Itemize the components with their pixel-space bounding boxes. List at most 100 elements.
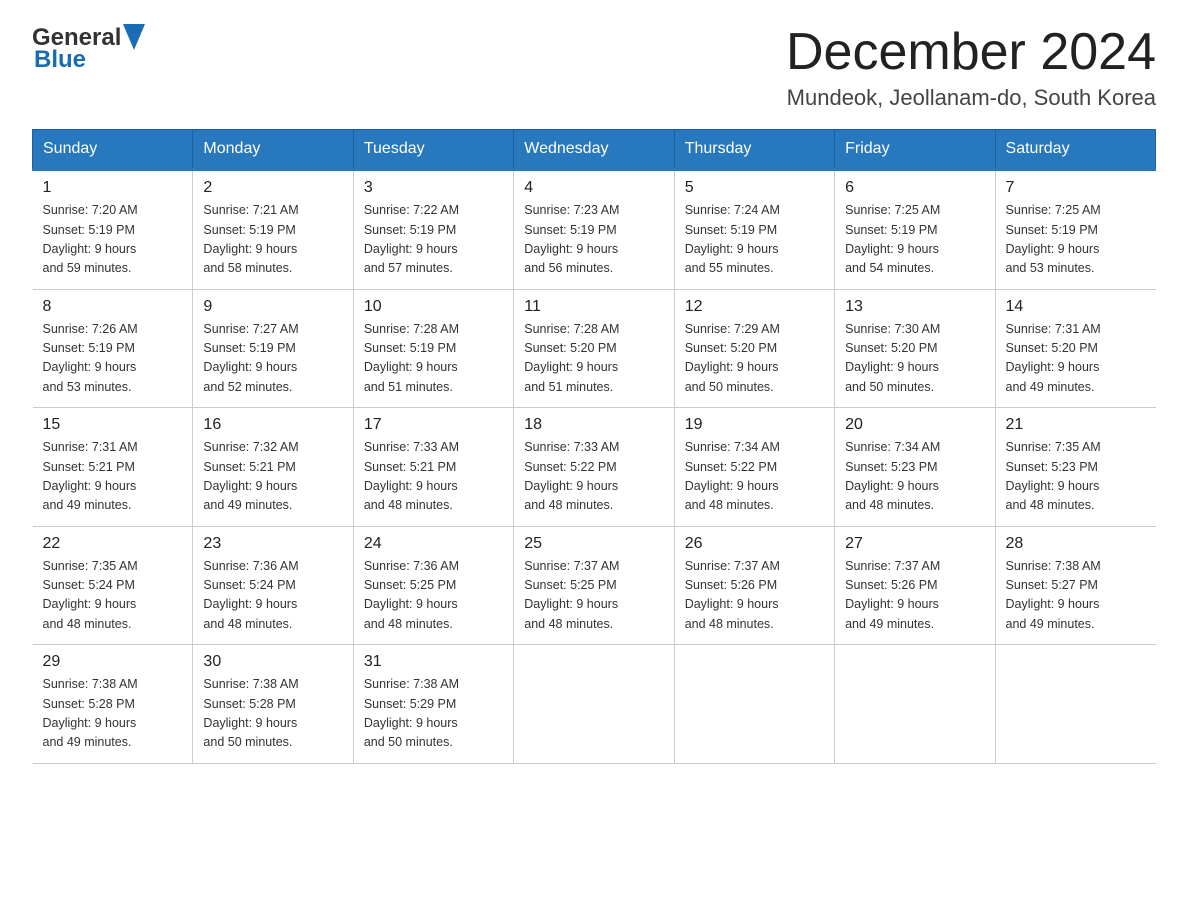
day-detail: Sunrise: 7:29 AMSunset: 5:20 PMDaylight:… xyxy=(685,320,824,398)
day-detail: Sunrise: 7:31 AMSunset: 5:21 PMDaylight:… xyxy=(43,438,183,516)
calendar-day-cell: 16 Sunrise: 7:32 AMSunset: 5:21 PMDaylig… xyxy=(193,408,353,527)
day-number: 2 xyxy=(203,179,342,197)
calendar-day-cell: 7 Sunrise: 7:25 AMSunset: 5:19 PMDayligh… xyxy=(995,170,1155,290)
day-number: 3 xyxy=(364,179,503,197)
title-block: December 2024 Mundeok, Jeollanam-do, Sou… xyxy=(786,24,1156,111)
day-number: 6 xyxy=(845,179,984,197)
calendar-table: SundayMondayTuesdayWednesdayThursdayFrid… xyxy=(32,129,1156,764)
calendar-day-cell: 6 Sunrise: 7:25 AMSunset: 5:19 PMDayligh… xyxy=(835,170,995,290)
day-detail: Sunrise: 7:23 AMSunset: 5:19 PMDaylight:… xyxy=(524,201,663,279)
calendar-day-cell: 15 Sunrise: 7:31 AMSunset: 5:21 PMDaylig… xyxy=(33,408,193,527)
calendar-day-cell: 30 Sunrise: 7:38 AMSunset: 5:28 PMDaylig… xyxy=(193,645,353,764)
calendar-day-cell: 9 Sunrise: 7:27 AMSunset: 5:19 PMDayligh… xyxy=(193,289,353,408)
page-title: December 2024 xyxy=(786,24,1156,81)
day-detail: Sunrise: 7:38 AMSunset: 5:27 PMDaylight:… xyxy=(1006,557,1146,635)
day-detail: Sunrise: 7:26 AMSunset: 5:19 PMDaylight:… xyxy=(43,320,183,398)
calendar-day-cell: 27 Sunrise: 7:37 AMSunset: 5:26 PMDaylig… xyxy=(835,526,995,645)
calendar-day-cell: 5 Sunrise: 7:24 AMSunset: 5:19 PMDayligh… xyxy=(674,170,834,290)
calendar-day-cell: 24 Sunrise: 7:36 AMSunset: 5:25 PMDaylig… xyxy=(353,526,513,645)
day-detail: Sunrise: 7:21 AMSunset: 5:19 PMDaylight:… xyxy=(203,201,342,279)
calendar-week-row: 1 Sunrise: 7:20 AMSunset: 5:19 PMDayligh… xyxy=(33,170,1156,290)
day-number: 22 xyxy=(43,535,183,553)
day-number: 30 xyxy=(203,653,342,671)
day-detail: Sunrise: 7:32 AMSunset: 5:21 PMDaylight:… xyxy=(203,438,342,516)
calendar-day-cell: 26 Sunrise: 7:37 AMSunset: 5:26 PMDaylig… xyxy=(674,526,834,645)
calendar-day-cell: 4 Sunrise: 7:23 AMSunset: 5:19 PMDayligh… xyxy=(514,170,674,290)
calendar-day-cell: 19 Sunrise: 7:34 AMSunset: 5:22 PMDaylig… xyxy=(674,408,834,527)
day-detail: Sunrise: 7:27 AMSunset: 5:19 PMDaylight:… xyxy=(203,320,342,398)
day-number: 12 xyxy=(685,298,824,316)
calendar-day-cell: 22 Sunrise: 7:35 AMSunset: 5:24 PMDaylig… xyxy=(33,526,193,645)
day-detail: Sunrise: 7:37 AMSunset: 5:26 PMDaylight:… xyxy=(845,557,984,635)
day-detail: Sunrise: 7:30 AMSunset: 5:20 PMDaylight:… xyxy=(845,320,984,398)
calendar-week-row: 29 Sunrise: 7:38 AMSunset: 5:28 PMDaylig… xyxy=(33,645,1156,764)
day-detail: Sunrise: 7:35 AMSunset: 5:24 PMDaylight:… xyxy=(43,557,183,635)
day-number: 13 xyxy=(845,298,984,316)
calendar-body: 1 Sunrise: 7:20 AMSunset: 5:19 PMDayligh… xyxy=(33,170,1156,764)
day-number: 18 xyxy=(524,416,663,434)
day-detail: Sunrise: 7:33 AMSunset: 5:22 PMDaylight:… xyxy=(524,438,663,516)
day-number: 15 xyxy=(43,416,183,434)
day-number: 11 xyxy=(524,298,663,316)
day-detail: Sunrise: 7:37 AMSunset: 5:26 PMDaylight:… xyxy=(685,557,824,635)
day-number: 28 xyxy=(1006,535,1146,553)
day-detail: Sunrise: 7:35 AMSunset: 5:23 PMDaylight:… xyxy=(1006,438,1146,516)
day-number: 19 xyxy=(685,416,824,434)
calendar-day-cell: 31 Sunrise: 7:38 AMSunset: 5:29 PMDaylig… xyxy=(353,645,513,764)
calendar-day-cell: 13 Sunrise: 7:30 AMSunset: 5:20 PMDaylig… xyxy=(835,289,995,408)
day-number: 5 xyxy=(685,179,824,197)
calendar-week-row: 8 Sunrise: 7:26 AMSunset: 5:19 PMDayligh… xyxy=(33,289,1156,408)
logo-blue-text: Blue xyxy=(32,46,86,74)
day-number: 24 xyxy=(364,535,503,553)
day-detail: Sunrise: 7:36 AMSunset: 5:24 PMDaylight:… xyxy=(203,557,342,635)
weekday-header-tuesday: Tuesday xyxy=(353,130,513,170)
weekday-header-sunday: Sunday xyxy=(33,130,193,170)
day-detail: Sunrise: 7:37 AMSunset: 5:25 PMDaylight:… xyxy=(524,557,663,635)
day-number: 10 xyxy=(364,298,503,316)
calendar-day-cell: 28 Sunrise: 7:38 AMSunset: 5:27 PMDaylig… xyxy=(995,526,1155,645)
day-detail: Sunrise: 7:31 AMSunset: 5:20 PMDaylight:… xyxy=(1006,320,1146,398)
day-detail: Sunrise: 7:34 AMSunset: 5:22 PMDaylight:… xyxy=(685,438,824,516)
day-number: 16 xyxy=(203,416,342,434)
calendar-day-cell xyxy=(674,645,834,764)
day-number: 29 xyxy=(43,653,183,671)
day-number: 1 xyxy=(43,179,183,197)
day-detail: Sunrise: 7:28 AMSunset: 5:19 PMDaylight:… xyxy=(364,320,503,398)
day-detail: Sunrise: 7:36 AMSunset: 5:25 PMDaylight:… xyxy=(364,557,503,635)
day-number: 17 xyxy=(364,416,503,434)
day-detail: Sunrise: 7:25 AMSunset: 5:19 PMDaylight:… xyxy=(1006,201,1146,279)
logo: General Blue xyxy=(32,24,145,74)
day-detail: Sunrise: 7:28 AMSunset: 5:20 PMDaylight:… xyxy=(524,320,663,398)
calendar-day-cell: 18 Sunrise: 7:33 AMSunset: 5:22 PMDaylig… xyxy=(514,408,674,527)
page-header: General Blue December 2024 Mundeok, Jeol… xyxy=(32,24,1156,111)
day-number: 9 xyxy=(203,298,342,316)
weekday-header-wednesday: Wednesday xyxy=(514,130,674,170)
calendar-header: SundayMondayTuesdayWednesdayThursdayFrid… xyxy=(33,130,1156,170)
calendar-day-cell xyxy=(995,645,1155,764)
calendar-day-cell: 11 Sunrise: 7:28 AMSunset: 5:20 PMDaylig… xyxy=(514,289,674,408)
calendar-week-row: 15 Sunrise: 7:31 AMSunset: 5:21 PMDaylig… xyxy=(33,408,1156,527)
calendar-day-cell: 17 Sunrise: 7:33 AMSunset: 5:21 PMDaylig… xyxy=(353,408,513,527)
calendar-day-cell: 10 Sunrise: 7:28 AMSunset: 5:19 PMDaylig… xyxy=(353,289,513,408)
day-detail: Sunrise: 7:38 AMSunset: 5:28 PMDaylight:… xyxy=(203,675,342,753)
day-number: 26 xyxy=(685,535,824,553)
day-detail: Sunrise: 7:33 AMSunset: 5:21 PMDaylight:… xyxy=(364,438,503,516)
day-detail: Sunrise: 7:34 AMSunset: 5:23 PMDaylight:… xyxy=(845,438,984,516)
weekday-header-thursday: Thursday xyxy=(674,130,834,170)
page-subtitle: Mundeok, Jeollanam-do, South Korea xyxy=(786,85,1156,111)
day-number: 7 xyxy=(1006,179,1146,197)
calendar-day-cell: 3 Sunrise: 7:22 AMSunset: 5:19 PMDayligh… xyxy=(353,170,513,290)
calendar-day-cell: 12 Sunrise: 7:29 AMSunset: 5:20 PMDaylig… xyxy=(674,289,834,408)
calendar-day-cell: 23 Sunrise: 7:36 AMSunset: 5:24 PMDaylig… xyxy=(193,526,353,645)
day-number: 4 xyxy=(524,179,663,197)
calendar-day-cell: 2 Sunrise: 7:21 AMSunset: 5:19 PMDayligh… xyxy=(193,170,353,290)
day-number: 20 xyxy=(845,416,984,434)
calendar-day-cell: 14 Sunrise: 7:31 AMSunset: 5:20 PMDaylig… xyxy=(995,289,1155,408)
calendar-day-cell xyxy=(514,645,674,764)
day-detail: Sunrise: 7:38 AMSunset: 5:29 PMDaylight:… xyxy=(364,675,503,753)
day-number: 27 xyxy=(845,535,984,553)
day-number: 8 xyxy=(43,298,183,316)
calendar-day-cell: 21 Sunrise: 7:35 AMSunset: 5:23 PMDaylig… xyxy=(995,408,1155,527)
logo-arrow-icon xyxy=(123,24,145,50)
day-number: 25 xyxy=(524,535,663,553)
